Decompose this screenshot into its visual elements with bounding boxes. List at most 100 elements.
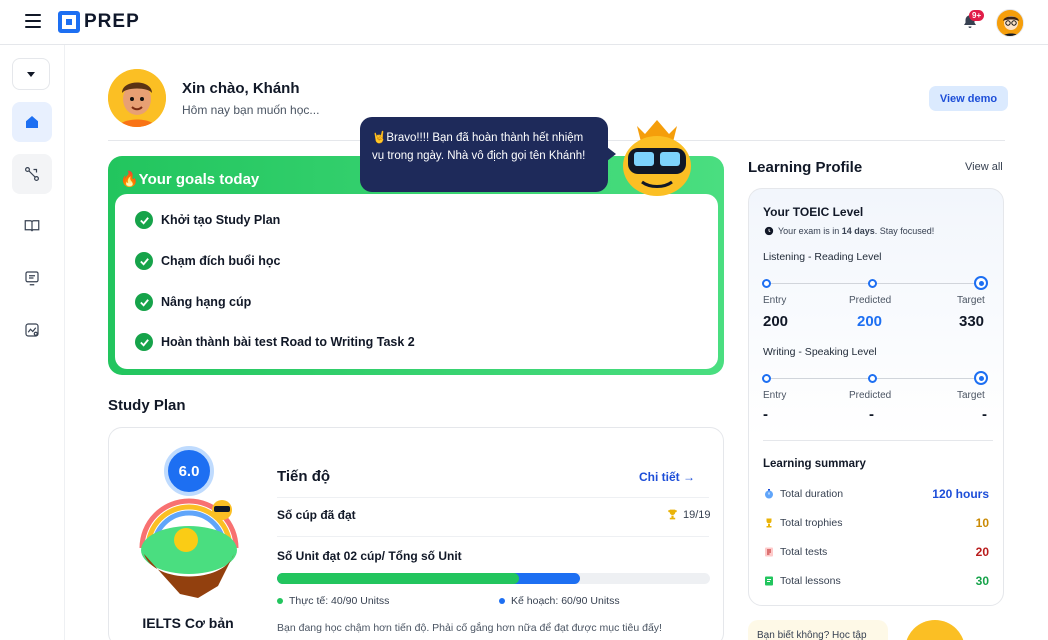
exam-prefix: Your exam is in [778,226,842,236]
island-illustration-icon [139,498,239,598]
summary-row: Total trophies 10 [763,515,989,531]
actual-progress-fill [277,573,520,584]
book-icon [24,220,40,232]
lr-target-label: Target [957,295,985,306]
units-progress-bar [277,573,710,584]
lr-predicted-value: 200 [857,313,883,330]
goals-title: 🔥Your goals today [120,171,260,188]
learning-profile-title: Learning Profile [748,159,863,176]
goal-item: Khởi tạo Study Plan [135,210,280,230]
goals-list: Khởi tạo Study Plan Chạm đích buổi học N… [115,194,718,369]
exam-suffix: . Stay focused! [874,226,935,236]
trophy-icon [668,509,677,520]
summary-row: Total tests 20 [763,544,989,560]
detail-link-label: Chi tiết [639,470,680,484]
goal-label: Khởi tạo Study Plan [161,213,281,227]
check-icon [135,211,153,229]
lr-level-label: Listening - Reading Level [763,251,882,263]
stopwatch-icon [763,488,775,500]
summary-label: Total trophies [780,517,843,529]
summary-value: 120 hours [932,487,989,501]
arrow-right-icon: → [683,470,696,484]
ws-entry-label: Entry [763,390,787,401]
home-icon [26,116,38,128]
lr-entry-value: 200 [763,313,789,330]
route-icon [25,167,39,181]
summary-label: Total duration [780,488,844,500]
view-demo-button[interactable]: View demo [929,86,1008,111]
ws-entry-value: - [763,406,768,423]
greeting-avatar [108,69,166,127]
greeting-title: Xin chào, Khánh [182,80,300,97]
congrats-bubble: 🤘Bravo!!!! Bạn đã hoàn thành hết nhiệm v… [360,117,616,192]
lr-entry-node [762,279,771,288]
study-plan-title: Study Plan [108,397,186,414]
divider [277,536,709,537]
cups-label: Số cúp đã đạt [277,508,356,522]
sidebar-item-roadmap[interactable] [12,154,52,194]
menu-icon[interactable] [25,14,41,28]
units-label: Số Unit đạt 02 cúp/ Tổng số Unit [277,549,462,563]
top-bar: PREP 9+ [0,0,1048,45]
mascot-icon [905,620,965,640]
lr-entry-label: Entry [763,295,787,306]
goal-item: Chạm đích buổi học [135,251,280,271]
actual-dot [277,598,283,604]
user-avatar[interactable] [996,9,1024,37]
sidebar-item-stats[interactable] [12,310,52,350]
plan-dot [499,598,505,604]
notification-badge: 9+ [969,10,985,21]
target-icon [974,276,988,290]
progress-title: Tiến độ [277,468,331,485]
summary-value: 20 [975,545,989,559]
summary-value: 10 [975,516,989,530]
lr-predicted-label: Predicted [849,295,892,306]
test-icon [763,546,775,558]
summary-label: Total lessons [780,575,841,587]
target-icon [974,371,988,385]
sidebar [0,45,65,640]
summary-title: Learning summary [763,458,866,470]
actual-legend-label: Thực tế: 40/90 Unitss [289,595,390,607]
view-all-link[interactable]: View all [965,161,1003,173]
ws-entry-node [762,374,771,383]
ws-target-value: - [982,406,987,423]
sidebar-item-library[interactable] [12,206,52,246]
ws-predicted-node [868,374,877,383]
check-icon [135,252,153,270]
check-icon [135,333,153,351]
sidebar-dropdown[interactable] [12,58,50,90]
goal-item: Nâng hạng cúp [135,292,251,312]
detail-link[interactable]: Chi tiết → [639,470,695,484]
exam-days: 14 days [841,226,875,236]
check-icon [135,293,153,311]
sidebar-item-chat[interactable] [12,258,52,298]
goal-label: Chạm đích buổi học [161,254,281,268]
ws-target-label: Target [957,390,985,401]
divider [277,497,709,498]
goal-label: Nâng hạng cúp [161,295,252,309]
progress-note: Bạn đang học chậm hơn tiến độ. Phải cố g… [277,622,662,634]
chart-icon [25,323,39,337]
level-title: Your TOEIC Level [763,205,864,219]
goal-label: Hoàn thành bài test Road to Writing Task… [161,335,415,349]
sidebar-item-home[interactable] [12,102,52,142]
plan-legend-label: Kế hoạch: 60/90 Unitss [511,595,620,607]
summary-row: Total duration 120 hours [763,486,989,502]
logo[interactable]: PREP [58,11,140,33]
ws-predicted-value: - [869,406,874,423]
lr-predicted-node [868,279,877,288]
goal-item: Hoàn thành bài test Road to Writing Task… [135,332,415,352]
ws-level-label: Writing - Speaking Level [763,346,877,358]
cups-count: 19/19 [666,508,711,521]
summary-row: Total lessons 30 [763,573,989,589]
tip-text: Bạn biết không? Học tập [757,630,867,640]
score-badge: 6.0 [164,446,214,496]
prep-logo-icon [58,11,80,33]
actual-legend: Thực tế: 40/90 Unitss [277,595,389,607]
mascot-icon [623,120,691,196]
lr-target-value: 330 [959,313,985,330]
profile-divider [763,440,993,441]
lesson-icon [763,575,775,587]
clock-icon [764,226,774,236]
